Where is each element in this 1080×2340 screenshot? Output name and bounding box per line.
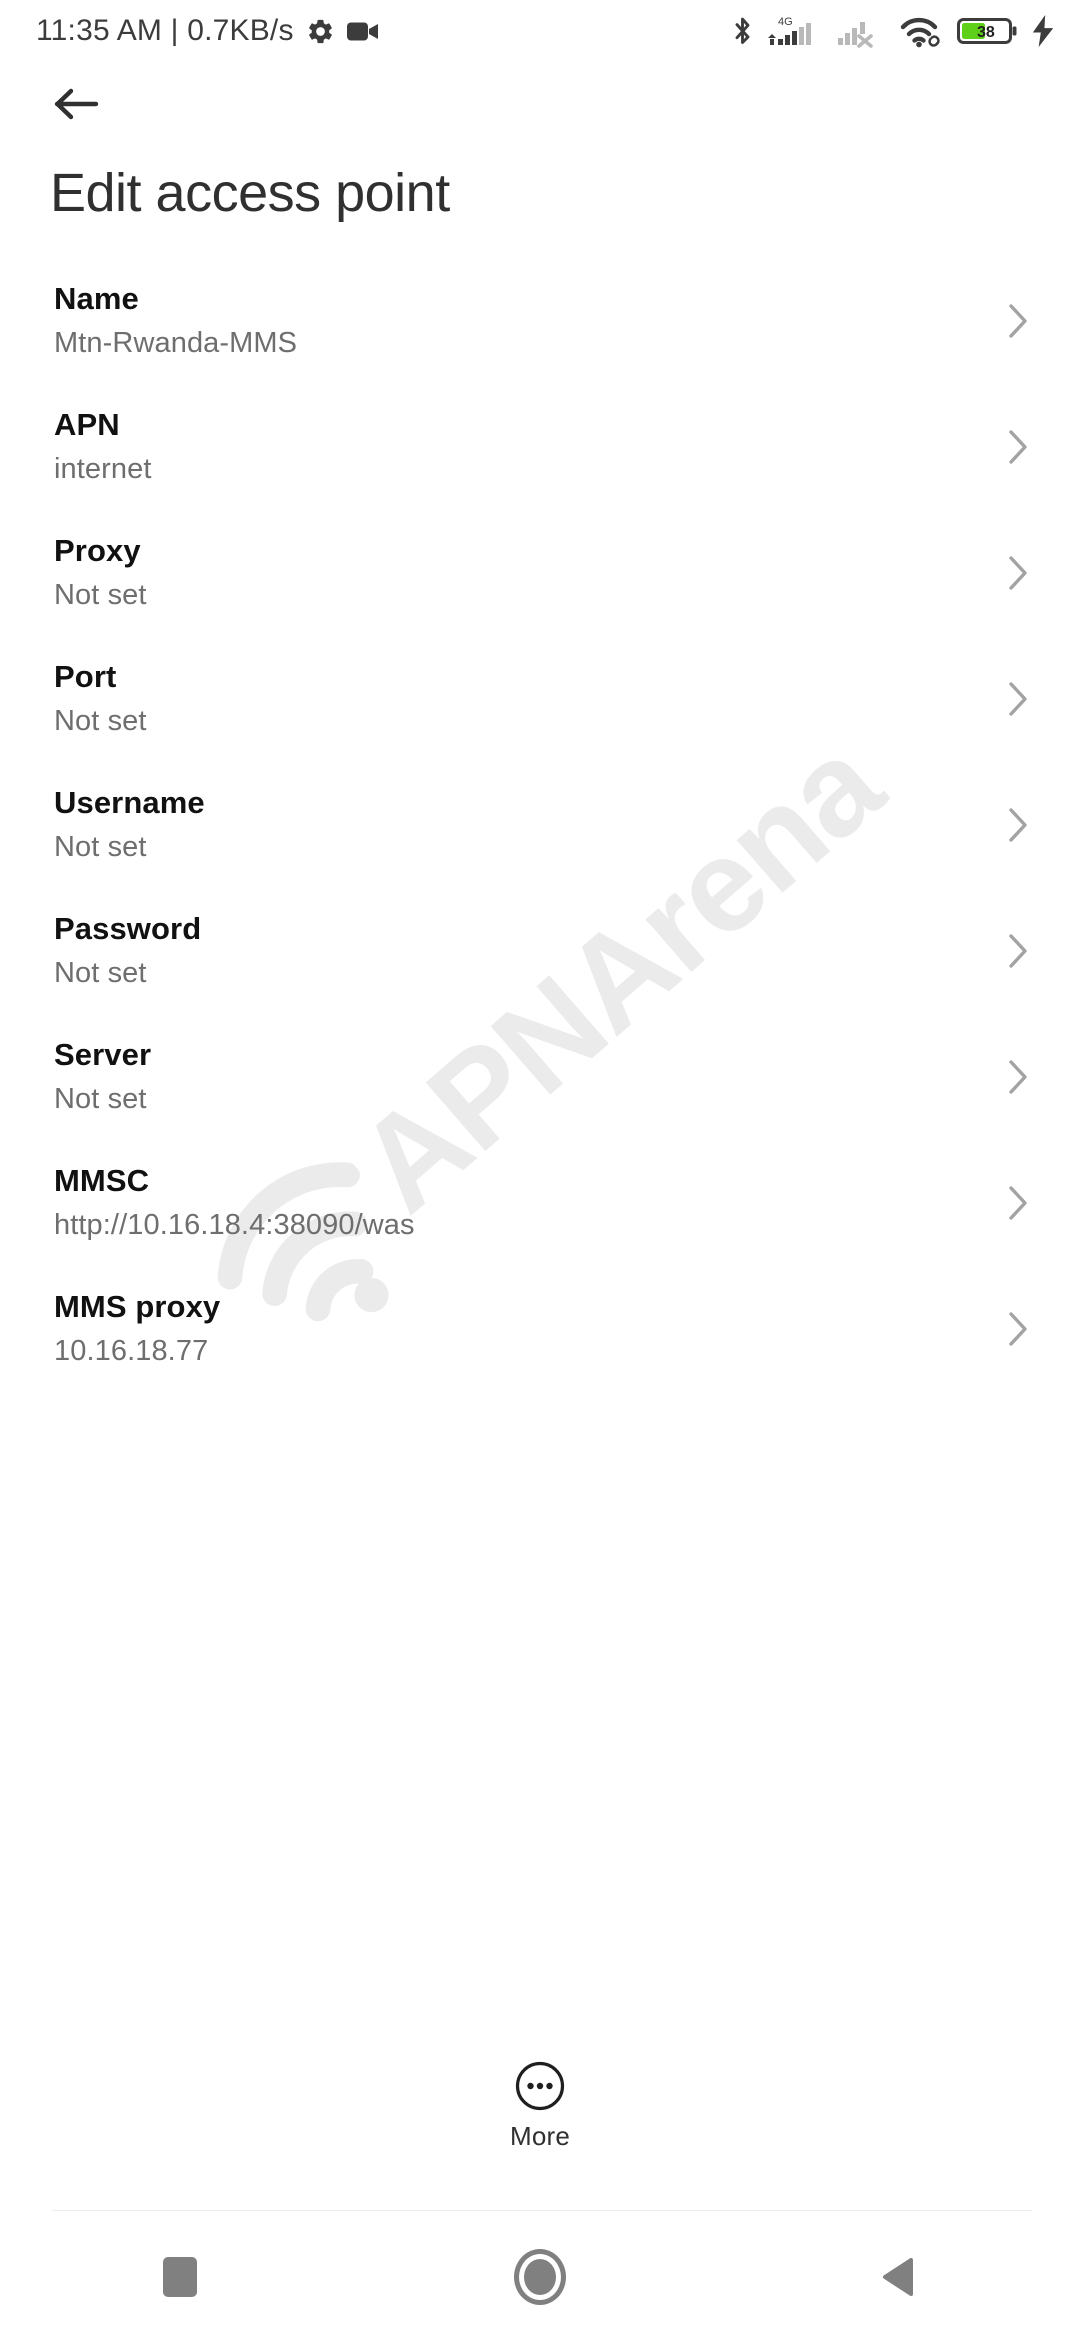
charging-bolt-icon xyxy=(1032,15,1054,47)
settings-list: Name Mtn-Rwanda-MMS APN internet Proxy N… xyxy=(0,258,1080,1392)
gear-icon xyxy=(306,17,335,46)
status-bar: 11:35 AM | 0.7KB/s 4G 38 xyxy=(0,0,1080,62)
arrow-left-icon xyxy=(54,88,99,120)
row-value: Not set xyxy=(54,704,147,737)
setting-row-username[interactable]: Username Not set xyxy=(0,762,1080,888)
chevron-right-icon xyxy=(998,805,1038,845)
page-title: Edit access point xyxy=(50,163,450,223)
chevron-right-icon xyxy=(998,1057,1038,1097)
row-value: Not set xyxy=(54,956,147,989)
row-value: http://10.16.18.4:38090/was xyxy=(54,1208,415,1241)
row-title: Port xyxy=(54,658,117,694)
chevron-right-icon xyxy=(998,931,1038,971)
row-value: internet xyxy=(54,452,152,485)
nav-home-button[interactable] xyxy=(360,2214,720,2340)
bluetooth-icon xyxy=(730,15,755,48)
system-navigation-bar xyxy=(0,2214,1080,2340)
row-title: MMS proxy xyxy=(54,1288,221,1324)
bottom-divider xyxy=(52,2210,1032,2211)
signal-sim2-no-service-icon xyxy=(837,14,887,48)
status-bar-left: 11:35 AM | 0.7KB/s xyxy=(36,14,379,48)
more-circle-icon xyxy=(515,2061,565,2111)
row-value: 10.16.18.77 xyxy=(54,1334,209,1367)
circle-icon xyxy=(514,2249,566,2305)
row-title: Name xyxy=(54,280,139,316)
row-title: Proxy xyxy=(54,532,141,568)
setting-row-mms-proxy[interactable]: MMS proxy 10.16.18.77 xyxy=(0,1266,1080,1392)
more-button-label: More xyxy=(509,2121,571,2151)
nav-recents-button[interactable] xyxy=(0,2214,360,2340)
row-title: Server xyxy=(54,1036,152,1072)
row-value: Not set xyxy=(54,578,147,611)
nav-back-button[interactable] xyxy=(720,2214,1080,2340)
setting-row-apn[interactable]: APN internet xyxy=(0,384,1080,510)
row-title: Username xyxy=(54,784,205,820)
status-bar-right: 4G 38 xyxy=(730,14,1054,48)
setting-row-server[interactable]: Server Not set xyxy=(0,1014,1080,1140)
video-camera-icon xyxy=(346,20,379,43)
setting-row-port[interactable]: Port Not set xyxy=(0,636,1080,762)
row-title: Password xyxy=(54,910,202,946)
chevron-right-icon xyxy=(998,1183,1038,1223)
row-value: Mtn-Rwanda-MMS xyxy=(54,326,298,359)
setting-row-mmsc[interactable]: MMSC http://10.16.18.4:38090/was xyxy=(0,1140,1080,1266)
setting-row-proxy[interactable]: Proxy Not set xyxy=(0,510,1080,636)
status-clock-and-netspeed: 11:35 AM | 0.7KB/s xyxy=(36,14,294,47)
setting-row-password[interactable]: Password Not set xyxy=(0,888,1080,1014)
battery-percent-text: 38 xyxy=(977,24,995,41)
wifi-icon xyxy=(900,14,944,48)
chevron-right-icon xyxy=(998,553,1038,593)
more-button[interactable]: More xyxy=(0,2060,1080,2152)
chevron-right-icon xyxy=(998,427,1038,467)
row-value: Not set xyxy=(54,830,147,863)
battery-icon: 38 xyxy=(957,14,1019,48)
row-value: Not set xyxy=(54,1082,147,1115)
setting-row-name[interactable]: Name Mtn-Rwanda-MMS xyxy=(0,258,1080,384)
svg-text:4G: 4G xyxy=(778,16,793,28)
triangle-left-icon xyxy=(883,2258,913,2296)
phone-screen: APNArena 11:35 AM | 0.7KB/s 4G 38 Edit a… xyxy=(0,0,1080,2340)
row-title: APN xyxy=(54,406,120,442)
square-icon xyxy=(163,2257,197,2297)
row-title: MMSC xyxy=(54,1162,150,1198)
back-button[interactable] xyxy=(42,72,112,136)
chevron-right-icon xyxy=(998,679,1038,719)
chevron-right-icon xyxy=(998,1309,1038,1349)
signal-4g-icon: 4G xyxy=(768,14,824,48)
chevron-right-icon xyxy=(998,301,1038,341)
